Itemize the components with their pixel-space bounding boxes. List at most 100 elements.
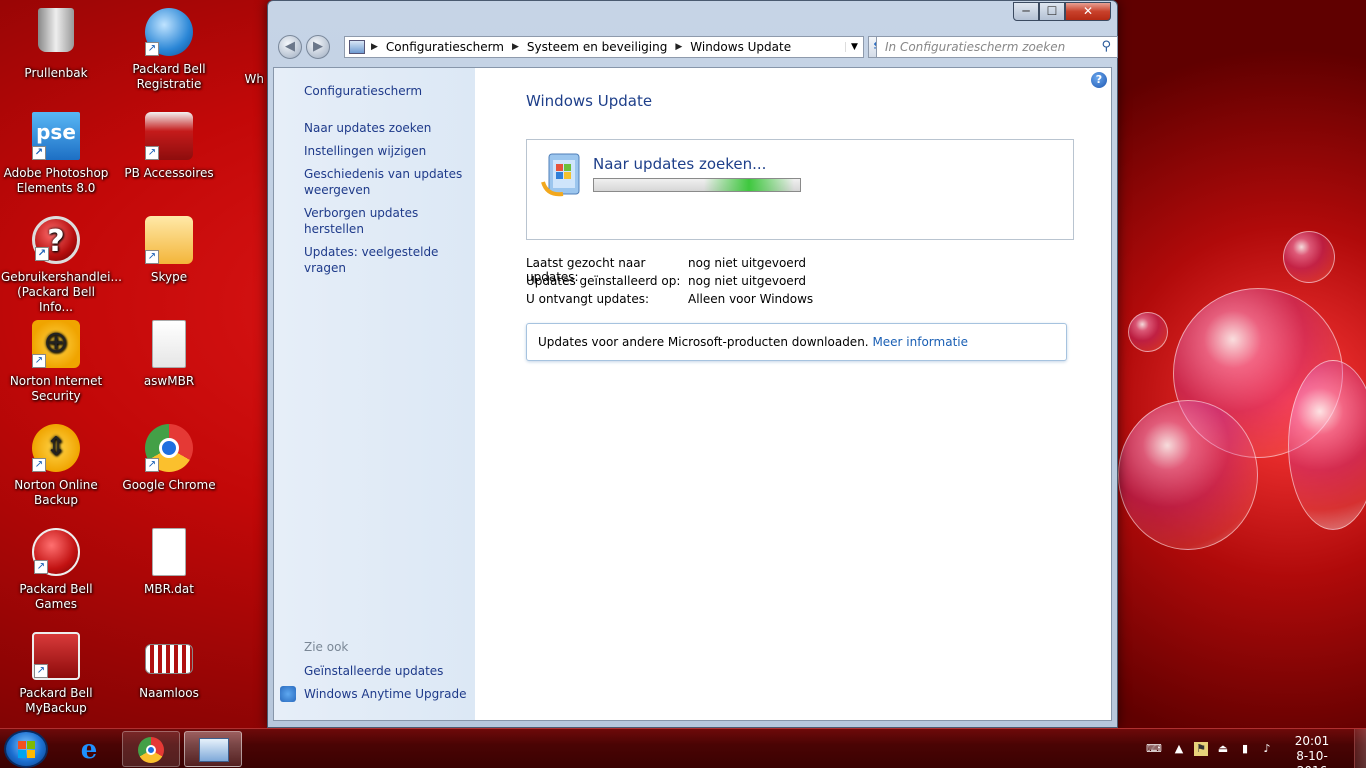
desktop-icon-label: MBR.dat [144,582,194,596]
search-progress-bar [593,178,801,192]
desktop-icon-pb-games[interactable]: ↗ Packard Bell Games [1,528,111,612]
more-info-link[interactable]: Meer informatie [872,335,968,349]
show-desktop-button[interactable] [1354,729,1366,768]
sidebar-link-update-history[interactable]: Geschiedenis van updates weergeven [304,166,469,198]
desktop-icon-aswmbr[interactable]: aswMBR [114,320,224,389]
photoshop-elements-icon: pse ↗ [32,112,80,160]
desktop-icon-naamloos[interactable]: Naamloos [114,632,224,701]
search-placeholder: In Configuratiescherm zoeken [885,40,1066,54]
microsoft-products-notice: Updates voor andere Microsoft-producten … [526,323,1067,361]
info-row: Updates geïnstalleerd op: nog niet uitge… [526,274,813,292]
volume-icon[interactable]: ♪ [1260,742,1274,756]
info-value: Alleen voor Windows [688,292,814,306]
info-key: Laatst gezocht naar updates: [526,256,646,284]
search-input[interactable]: In Configuratiescherm zoeken ⚲ [876,36,1118,58]
norton-backup-icon: ⇕ ↗ [32,424,80,472]
desktop-icon-pb-registratie[interactable]: ↗ Packard Bell Registratie [114,8,224,92]
address-bar[interactable]: ▶ Configuratiescherm ▶ Systeem en beveil… [344,36,864,58]
keyboard-icon[interactable]: ⌨ [1146,742,1162,756]
address-dropdown-icon[interactable]: ▼ [845,42,863,52]
maximize-button[interactable]: ☐ [1039,2,1065,21]
navigation-bar: ◀ ▶ ▶ Configuratiescherm ▶ Systeem en be… [276,35,1118,59]
taskbar-google-chrome[interactable] [122,731,180,767]
info-row: U ontvangt updates: Alleen voor Windows [526,292,813,310]
sidebar-link-faq[interactable]: Updates: veelgestelde vragen [304,244,469,276]
anytime-upgrade-icon [280,686,296,702]
network-signal-icon[interactable]: ▮ [1238,742,1252,756]
breadcrumb-windows-update[interactable]: Windows Update [690,40,791,54]
wallpaper-bubble [1118,400,1258,550]
clock-date: 8-10-2016 [1296,749,1328,768]
desktop-icon-label: Skype [150,270,188,284]
update-info-table: Laatst gezocht naar updates: nog niet ui… [526,256,813,310]
internet-explorer-icon: e [80,735,98,765]
desktop-icon-label: Norton Online Backup [14,478,98,507]
control-panel-icon [349,40,365,54]
taskbar: e ⌨ ▲ ⚑ ⏏ ▮ ♪ 20:01 8-10-2016 [0,728,1366,768]
info-value: nog niet uitgevoerd [688,256,807,270]
breadcrumb-systeem-beveiliging[interactable]: Systeem en beveiliging [527,40,667,54]
progress-marquee [704,179,794,191]
back-arrow-icon: ◀ [285,39,295,54]
desktop-icon-mbr-dat[interactable]: MBR.dat [114,528,224,597]
taskbar-control-panel[interactable] [184,731,242,767]
desktop-icon-label: Packard Bell MyBackup [19,686,93,715]
info-value: nog niet uitgevoerd [688,274,807,288]
show-hidden-icons-icon[interactable]: ▲ [1172,742,1186,756]
sidebar-home-link[interactable]: Configuratiescherm [304,84,422,98]
update-status-panel: Naar updates zoeken... [526,139,1074,240]
see-also-anytime-upgrade[interactable]: Windows Anytime Upgrade [280,686,467,702]
file-icon [152,528,186,576]
sidebar: Configuratiescherm Naar updates zoeken I… [274,68,475,720]
taskbar-internet-explorer[interactable]: e [60,731,118,767]
breadcrumb-separator-icon[interactable]: ▶ [675,42,682,52]
back-button[interactable]: ◀ [278,35,302,59]
image-file-icon [145,644,193,674]
desktop-icon-pb-mybackup[interactable]: ↗ Packard Bell MyBackup [1,632,111,716]
info-row: Laatst gezocht naar updates: nog niet ui… [526,256,813,284]
help-icon[interactable]: ? [1091,72,1107,88]
desktop-icon-label: Wh [244,72,264,86]
sidebar-home-label[interactable]: Configuratiescherm [304,84,422,98]
desktop-icon-google-chrome[interactable]: ↗ Google Chrome [114,424,224,493]
help-question-icon: ? ↗ [32,216,80,264]
minimize-button[interactable]: ─ [1013,2,1039,21]
desktop-icon-skype[interactable]: ↗ Skype [114,216,224,285]
window-controls: ─ ☐ ✕ [1013,2,1111,21]
forward-button[interactable]: ▶ [306,35,330,59]
info-key: Updates geïnstalleerd op: [526,274,681,288]
backup-folder-icon: ↗ [32,632,80,680]
breadcrumb-separator-icon[interactable]: ▶ [512,42,519,52]
usb-eject-icon[interactable]: ⏏ [1216,742,1230,756]
skype-icon: ↗ [145,216,193,264]
desktop-icon-partial[interactable]: Wh [224,72,264,87]
info-key: U ontvangt updates: [526,292,650,306]
desktop-icon-norton-online-backup[interactable]: ⇕ ↗ Norton Online Backup [1,424,111,508]
breadcrumb-separator-icon: ▶ [371,42,378,52]
clock[interactable]: 20:01 8-10-2016 [1282,734,1342,768]
desktop-icon-photoshop-elements[interactable]: pse ↗ Adobe Photoshop Elements 8.0 [1,112,111,196]
notice-text: Updates voor andere Microsoft-producten … [538,335,869,349]
desktop-icon-label: Naamloos [139,686,199,700]
desktop-icon-label: Norton Internet Security [9,374,103,403]
games-icon: ↗ [32,528,80,576]
see-also-installed-updates[interactable]: Geïnstalleerde updates [304,663,467,679]
search-icon[interactable]: ⚲ [1101,39,1111,54]
desktop-icon-label: aswMBR [143,374,195,388]
desktop-icon-label: Packard Bell Games [19,582,93,611]
desktop-icon-recycle-bin[interactable]: Prullenbak [1,8,111,81]
start-button[interactable] [4,730,48,768]
action-center-icon[interactable]: ⚑ [1194,742,1208,756]
desktop-icon-label: Packard Bell Registratie [132,62,206,91]
desktop-icon-pb-accessoires[interactable]: ↗ PB Accessoires [114,112,224,181]
desktop-icon-norton-internet-security[interactable]: ⊕ ↗ Norton Internet Security [1,320,111,404]
clock-time: 20:01 [1294,734,1330,748]
breadcrumb-configuratiescherm[interactable]: Configuratiescherm [386,40,504,54]
desktop-icon-label: Adobe Photoshop Elements 8.0 [3,166,109,195]
see-also-list: Geïnstalleerde updates Windows Anytime U… [280,663,467,709]
desktop-icon-gebruikershandleiding[interactable]: ? ↗ Gebruikershandlei... (Packard Bell In… [1,216,122,315]
close-button[interactable]: ✕ [1065,2,1111,21]
sidebar-link-check-updates[interactable]: Naar updates zoeken [304,120,469,136]
sidebar-link-change-settings[interactable]: Instellingen wijzigen [304,143,469,159]
sidebar-link-restore-hidden[interactable]: Verborgen updates herstellen [304,205,469,237]
